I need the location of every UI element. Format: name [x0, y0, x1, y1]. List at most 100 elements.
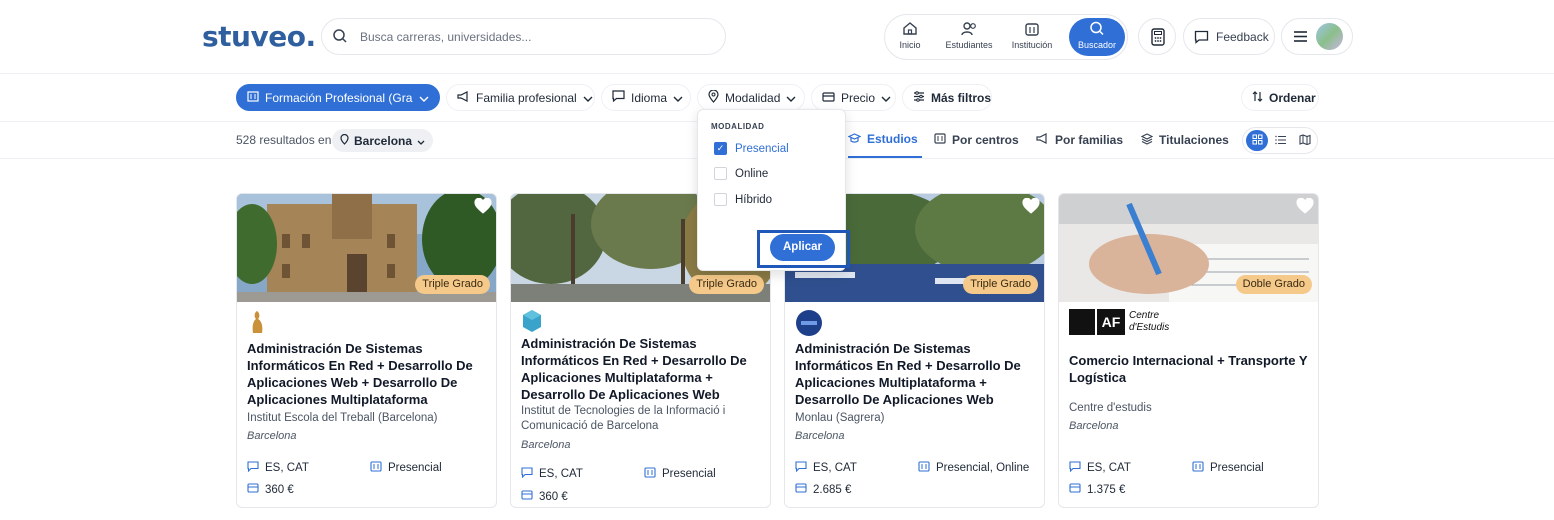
location-selector[interactable]: Barcelona — [332, 129, 434, 152]
card-languages: ES, CAT — [521, 467, 583, 481]
nav-inicio[interactable]: Inicio — [893, 18, 927, 56]
card-languages: ES, CAT — [795, 461, 857, 475]
tab-por-familias[interactable]: Por familias — [1036, 122, 1123, 158]
calculator-icon — [1151, 28, 1165, 51]
user-menu-button[interactable] — [1281, 18, 1353, 55]
price-filter[interactable]: Precio — [811, 84, 896, 111]
institution-logo: AF Centre d'Estudis — [1069, 309, 1189, 335]
feedback-button[interactable]: Feedback — [1183, 18, 1275, 55]
nav-estudiantes[interactable]: Estudiantes — [941, 18, 997, 56]
building-icon — [247, 90, 259, 105]
search-bar[interactable] — [321, 18, 726, 55]
view-switcher — [1242, 127, 1318, 154]
card-mode: Presencial — [1192, 461, 1264, 475]
avatar — [1316, 23, 1343, 50]
option-online[interactable]: Online — [714, 167, 768, 180]
logo-line-2: d'Estudis — [1129, 322, 1170, 333]
card-title[interactable]: Comercio Internacional + Transporte Y Lo… — [1069, 352, 1309, 386]
card-price-text: 360 € — [539, 490, 568, 503]
card-icon — [795, 483, 807, 496]
favorite-heart-icon[interactable] — [1296, 197, 1314, 219]
map-view-button[interactable] — [1294, 130, 1316, 151]
institution-logo — [247, 309, 269, 340]
card-icon — [247, 483, 259, 496]
mode-dropdown: MODALIDAD ✓ Presencial Online Híbrido Ap… — [697, 109, 850, 271]
list-view-button[interactable] — [1270, 130, 1292, 151]
grid-view-button[interactable] — [1246, 130, 1268, 151]
location-pin-icon — [708, 88, 719, 106]
card-languages: ES, CAT — [247, 461, 309, 475]
card-languages: ES, CAT — [1069, 461, 1131, 475]
checkbox[interactable] — [714, 193, 727, 206]
feedback-label: Feedback — [1216, 30, 1269, 44]
card-icon — [521, 490, 533, 503]
card-price-text: 2.685 € — [813, 483, 852, 496]
card-institution: Monlau (Sagrera) — [795, 412, 885, 424]
tab-titulaciones-label: Titulaciones — [1159, 133, 1229, 147]
card-price: 2.685 € — [795, 483, 851, 496]
mode-filter-label: Modalidad — [725, 90, 781, 105]
nav-buscador[interactable]: Buscador — [1069, 18, 1125, 56]
card-price: 1.375 € — [1069, 483, 1125, 496]
card-institution: Institut Escola del Treball (Barcelona) — [247, 412, 438, 424]
card-mode-text: Presencial — [1210, 462, 1264, 474]
tab-por-centros[interactable]: Por centros — [934, 122, 1019, 158]
tab-estudios[interactable]: Estudios — [847, 122, 922, 158]
family-filter[interactable]: Familia profesional — [446, 84, 595, 111]
card-title[interactable]: Administración De Sistemas Informáticos … — [247, 340, 487, 408]
study-type-filter[interactable]: Formación Profesional (Gra... — [236, 84, 440, 111]
tab-titulaciones[interactable]: Titulaciones — [1140, 122, 1229, 158]
institution-logo — [521, 309, 543, 338]
sort-label: Ordenar — [1269, 90, 1316, 105]
layers-icon — [1140, 132, 1154, 148]
main-nav: Inicio Estudiantes Institución Buscador — [884, 14, 1128, 60]
card-mode-text: Presencial, Online — [936, 462, 1030, 474]
option-presencial[interactable]: ✓ Presencial — [714, 142, 789, 155]
apply-button[interactable]: Aplicar — [770, 234, 835, 261]
calculator-button[interactable] — [1138, 18, 1176, 55]
study-card[interactable]: Doble Grado AF Centre d'Estudis Comercio… — [1058, 193, 1319, 508]
chat-icon — [612, 90, 625, 105]
checkbox[interactable] — [714, 167, 727, 180]
nav-institucion[interactable]: Institución — [1007, 18, 1057, 56]
sort-button[interactable]: Ordenar — [1241, 84, 1319, 111]
building-icon — [1192, 461, 1204, 475]
favorite-heart-icon[interactable] — [1022, 197, 1040, 219]
stuveo-logo[interactable]: stuveo. — [202, 20, 316, 53]
family-filter-label: Familia profesional — [476, 90, 577, 105]
building-icon — [934, 133, 946, 147]
chevron-down-icon — [417, 134, 425, 148]
more-filters-button[interactable]: Más filtros — [902, 84, 992, 111]
option-hibrido-label: Híbrido — [735, 193, 773, 206]
search-icon — [332, 28, 348, 49]
favorite-heart-icon[interactable] — [474, 197, 492, 219]
chat-icon — [1069, 461, 1081, 475]
tab-por-familias-label: Por familias — [1055, 133, 1124, 147]
chevron-down-icon — [419, 91, 429, 105]
megaphone-icon — [1036, 133, 1049, 147]
nav-inicio-label: Inicio — [899, 40, 921, 50]
study-card[interactable]: Triple Grado Administración De Sistemas … — [236, 193, 497, 508]
degree-badge: Doble Grado — [1235, 275, 1312, 294]
search-input[interactable] — [360, 27, 710, 47]
card-title[interactable]: Administración De Sistemas Informáticos … — [521, 335, 761, 403]
menu-icon — [1293, 30, 1308, 48]
list-icon — [1275, 132, 1287, 150]
card-title[interactable]: Administración De Sistemas Informáticos … — [795, 340, 1035, 408]
language-filter[interactable]: Idioma — [601, 84, 691, 111]
card-price-text: 360 € — [265, 483, 294, 496]
checkbox-checked[interactable]: ✓ — [714, 142, 727, 155]
chevron-down-icon — [786, 91, 796, 105]
nav-institucion-label: Institución — [1011, 40, 1053, 50]
nav-estudiantes-label: Estudiantes — [945, 40, 993, 50]
card-languages-text: ES, CAT — [1087, 462, 1131, 474]
building-icon — [1007, 21, 1057, 38]
option-hibrido[interactable]: Híbrido — [714, 193, 772, 206]
mode-filter[interactable]: Modalidad — [697, 84, 805, 111]
logo-line-1: Centre — [1129, 310, 1160, 321]
card-icon — [1069, 483, 1081, 496]
chat-icon — [247, 461, 259, 475]
chat-icon — [795, 461, 807, 475]
card-city: Barcelona — [795, 430, 845, 442]
logo-mark-text: AF — [1097, 309, 1125, 335]
